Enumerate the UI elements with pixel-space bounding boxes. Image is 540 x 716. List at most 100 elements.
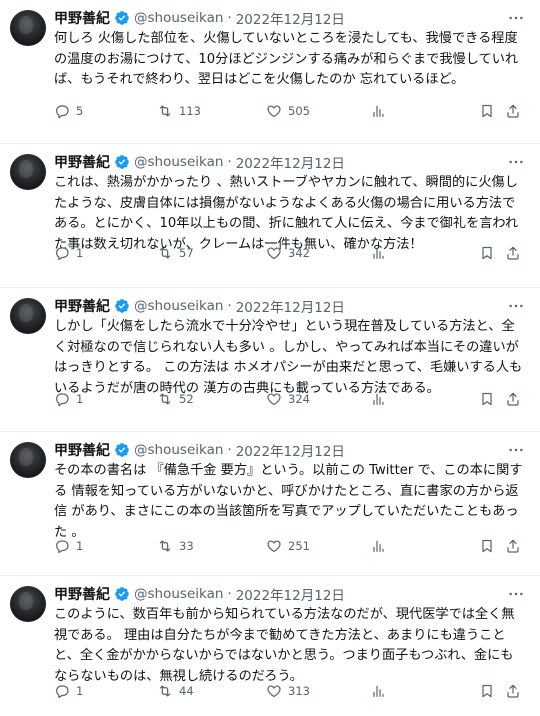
share-icon: [507, 684, 519, 698]
bookmark-button[interactable]: [479, 681, 495, 701]
author-handle[interactable]: @shouseikan: [134, 442, 223, 458]
share-icon: [507, 539, 519, 553]
like-button[interactable]: 505: [266, 101, 310, 121]
bookmark-button[interactable]: [479, 389, 495, 409]
reply-icon: [56, 393, 69, 407]
retweet-button[interactable]: 57: [157, 243, 194, 263]
share-icon: [507, 104, 519, 118]
author-handle[interactable]: @shouseikan: [134, 154, 223, 170]
avatar[interactable]: [10, 298, 46, 334]
tweet-date[interactable]: 2022年12月12日: [236, 440, 345, 460]
share-button[interactable]: [505, 101, 521, 121]
tweet-date[interactable]: 2022年12月12日: [236, 296, 345, 316]
tweet-text: このように、数百年も前から知られている方法なのだが、現代医学では全く無視である。…: [54, 607, 515, 684]
reply-button[interactable]: 1: [54, 536, 83, 556]
tweet-thread: 甲野善紀 @shouseikan · 2022年12月12日 何しろ 火傷した部…: [0, 0, 540, 716]
like-button[interactable]: 313: [266, 681, 310, 701]
share-button[interactable]: [505, 536, 521, 556]
retweet-button[interactable]: 33: [157, 536, 194, 556]
views-button[interactable]: [370, 389, 386, 409]
separator-dot: ·: [227, 586, 232, 602]
more-icon[interactable]: [506, 298, 526, 314]
retweet-count: 44: [179, 684, 194, 698]
author-name[interactable]: 甲野善紀: [54, 440, 110, 460]
like-count: 324: [288, 392, 310, 406]
reply-button[interactable]: 1: [54, 389, 83, 409]
verified-badge-icon: [115, 443, 129, 457]
verified-badge-icon: [115, 587, 129, 601]
views-button[interactable]: [370, 243, 386, 263]
more-icon[interactable]: [506, 154, 526, 170]
reply-count: 1: [76, 539, 84, 553]
bookmark-icon: [482, 539, 492, 553]
tweet[interactable]: 甲野善紀 @shouseikan · 2022年12月12日 何しろ 火傷した部…: [0, 0, 540, 144]
views-button[interactable]: [370, 101, 386, 121]
author-handle[interactable]: @shouseikan: [134, 586, 223, 602]
tweet[interactable]: 甲野善紀 @shouseikan · 2022年12月12日 しかし「火傷をした…: [0, 288, 540, 432]
views-icon: [373, 393, 384, 405]
avatar[interactable]: [10, 10, 46, 46]
verified-badge-icon: [115, 155, 129, 169]
retweet-button[interactable]: 52: [157, 389, 194, 409]
more-icon[interactable]: [506, 10, 526, 26]
reply-button[interactable]: 1: [54, 681, 83, 701]
bookmark-button[interactable]: [479, 243, 495, 263]
bookmark-button[interactable]: [479, 536, 495, 556]
retweet-icon: [159, 105, 171, 117]
author-name[interactable]: 甲野善紀: [54, 296, 110, 316]
tweet[interactable]: 甲野善紀 @shouseikan · 2022年12月12日 その本の書名は 『…: [0, 432, 540, 576]
views-icon: [373, 105, 384, 117]
reply-icon: [56, 105, 69, 119]
views-icon: [373, 540, 384, 552]
tweet-text: その本の書名は 『備急千金 要方』という。以前この Twitter で、この本に…: [54, 463, 523, 540]
tweet-header: 甲野善紀 @shouseikan · 2022年12月12日: [54, 440, 500, 460]
author-handle[interactable]: @shouseikan: [134, 298, 223, 314]
bookmark-icon: [482, 104, 492, 118]
like-button[interactable]: 251: [266, 536, 310, 556]
reply-count: 1: [76, 392, 84, 406]
action-bar: 1 57 342: [54, 243, 524, 263]
reply-button[interactable]: 1: [54, 243, 83, 263]
author-name[interactable]: 甲野善紀: [54, 584, 110, 604]
tweet-header: 甲野善紀 @shouseikan · 2022年12月12日: [54, 584, 500, 604]
author-name[interactable]: 甲野善紀: [54, 152, 110, 172]
views-icon: [373, 685, 384, 697]
more-icon[interactable]: [506, 586, 526, 602]
like-count: 342: [288, 246, 310, 260]
tweet[interactable]: 甲野善紀 @shouseikan · 2022年12月12日 このように、数百年…: [0, 576, 540, 716]
bookmark-icon: [482, 684, 492, 698]
separator-dot: ·: [227, 10, 232, 26]
tweet-date[interactable]: 2022年12月12日: [236, 152, 345, 172]
views-button[interactable]: [370, 536, 386, 556]
like-button[interactable]: 324: [266, 389, 310, 409]
avatar[interactable]: [10, 442, 46, 478]
like-count: 505: [288, 104, 310, 118]
like-count: 313: [288, 684, 310, 698]
tweet-date[interactable]: 2022年12月12日: [236, 8, 345, 28]
author-name[interactable]: 甲野善紀: [54, 8, 110, 28]
tweet[interactable]: 甲野善紀 @shouseikan · 2022年12月12日 これは、熱湯がかか…: [0, 144, 540, 288]
avatar[interactable]: [10, 586, 46, 622]
retweet-count: 33: [179, 539, 194, 553]
retweet-button[interactable]: 113: [157, 101, 201, 121]
retweet-count: 52: [179, 392, 194, 406]
reply-count: 1: [76, 246, 84, 260]
retweet-button[interactable]: 44: [157, 681, 194, 701]
share-button[interactable]: [505, 389, 521, 409]
reply-button[interactable]: 5: [54, 101, 83, 121]
like-button[interactable]: 342: [266, 243, 310, 263]
avatar[interactable]: [10, 154, 46, 190]
tweet-header: 甲野善紀 @shouseikan · 2022年12月12日: [54, 152, 500, 172]
share-icon: [507, 246, 519, 260]
author-handle[interactable]: @shouseikan: [134, 10, 223, 26]
views-button[interactable]: [370, 681, 386, 701]
separator-dot: ·: [227, 442, 232, 458]
share-button[interactable]: [505, 681, 521, 701]
share-button[interactable]: [505, 243, 521, 263]
more-icon[interactable]: [506, 442, 526, 458]
reply-count: 1: [76, 684, 84, 698]
heart-icon: [267, 685, 281, 698]
tweet-date[interactable]: 2022年12月12日: [236, 584, 345, 604]
bookmark-button[interactable]: [479, 101, 495, 121]
heart-icon: [267, 393, 281, 406]
